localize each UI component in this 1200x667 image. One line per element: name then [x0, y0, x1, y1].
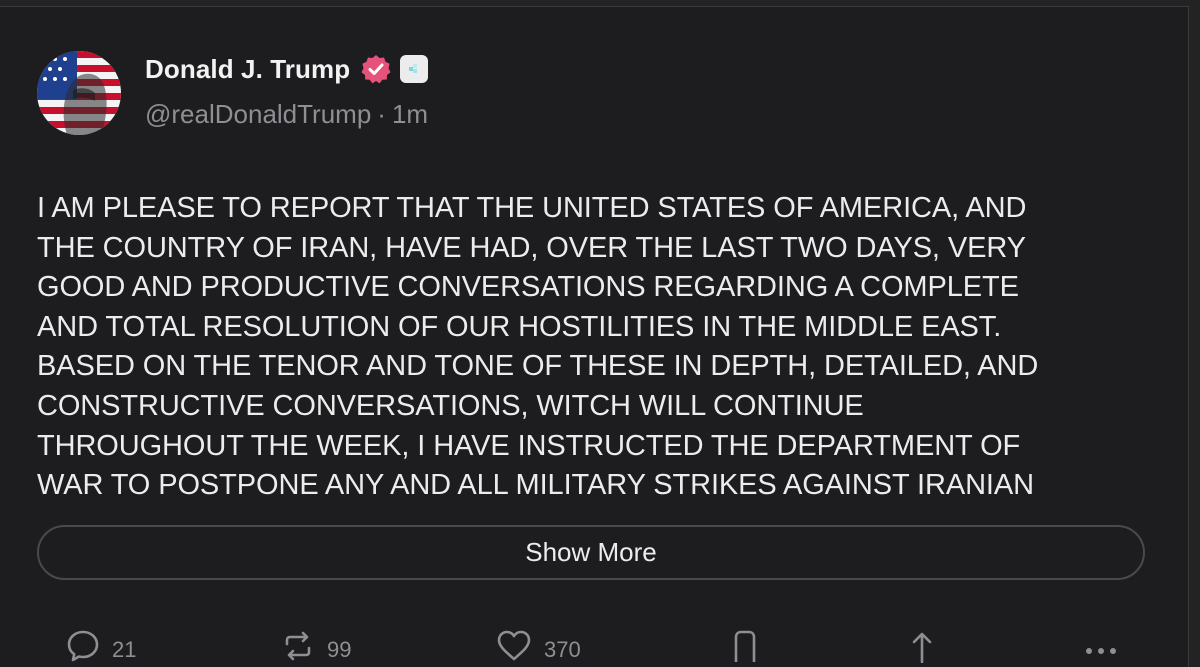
reply-count: 21: [112, 637, 137, 662]
repost-icon: [281, 629, 315, 663]
author-row: Donald J. Trump: [145, 51, 429, 87]
meta-separator: ·: [377, 99, 386, 129]
post-timestamp[interactable]: 1m: [392, 99, 428, 129]
verified-badge-icon: [361, 54, 391, 84]
like-button[interactable]: 370: [496, 629, 581, 663]
page-background: Donald J. Trump @realDonaldTrump · 1m I AM…: [0, 0, 1200, 667]
share-button[interactable]: [907, 629, 937, 663]
author-name[interactable]: Donald J. Trump: [145, 54, 350, 85]
like-icon: [496, 629, 532, 663]
avatar[interactable]: [37, 51, 121, 135]
more-options-button[interactable]: [1083, 629, 1119, 663]
share-icon: [907, 629, 937, 663]
bookmark-button[interactable]: [730, 629, 760, 663]
more-icon: [1083, 629, 1119, 663]
repost-count: 99: [327, 637, 352, 662]
bookmark-icon: [730, 629, 760, 663]
author-handle[interactable]: @realDonaldTrump: [145, 99, 371, 129]
reply-icon: [66, 629, 100, 663]
action-bar: 21 99 370: [0, 623, 1188, 663]
post-card: Donald J. Trump @realDonaldTrump · 1m I AM…: [0, 6, 1189, 667]
author-meta: @realDonaldTrump · 1m: [145, 99, 428, 130]
app-badge-icon: [400, 55, 429, 83]
like-count: 370: [544, 637, 581, 662]
reply-button[interactable]: 21: [66, 629, 136, 663]
post-body-text: I AM PLEASE TO REPORT THAT THE UNITED ST…: [37, 192, 1039, 502]
repost-button[interactable]: 99: [281, 629, 351, 663]
show-more-button[interactable]: Show More: [37, 525, 1145, 580]
